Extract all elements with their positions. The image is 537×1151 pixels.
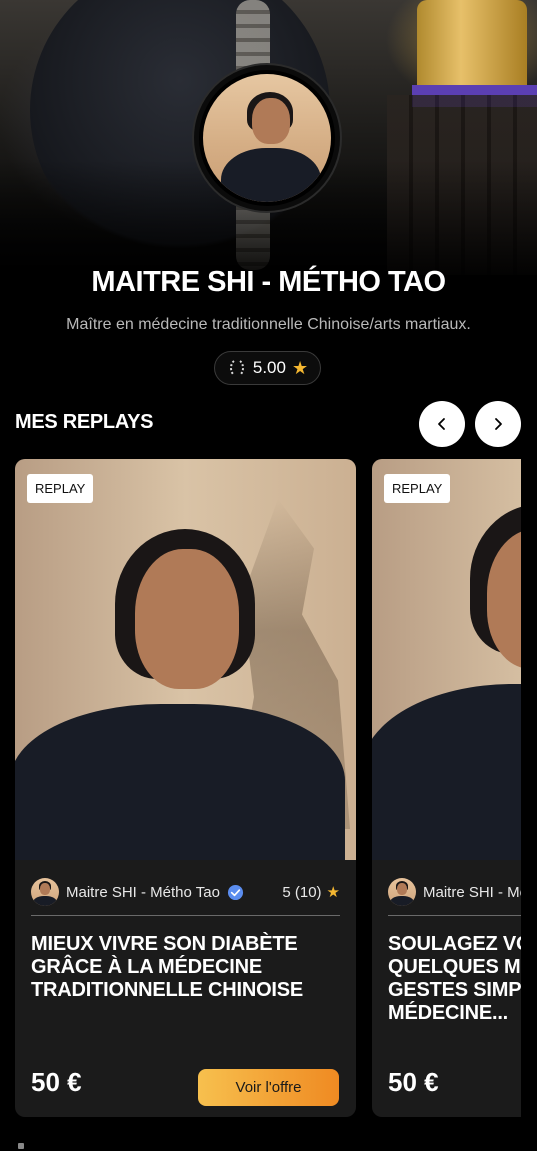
view-offer-button[interactable]: Voir l'offre: [198, 1069, 339, 1106]
carousel-prev-button[interactable]: [419, 401, 465, 447]
replay-card[interactable]: REPLAY Maitre SHI - Métho Tao 5 (10) ★ M…: [15, 459, 356, 1117]
replays-carousel[interactable]: REPLAY Maitre SHI - Métho Tao 5 (10) ★ M…: [0, 459, 521, 1119]
replay-thumbnail[interactable]: REPLAY: [372, 459, 521, 860]
profile-photo: [203, 74, 331, 202]
profile-avatar[interactable]: [194, 65, 340, 211]
chevron-right-icon: [495, 418, 502, 430]
card-author-row: Maitre SHI - Métho Tao: [388, 876, 521, 908]
author-name: Maitre SHI - Métho Tao: [423, 883, 521, 901]
card-divider: [388, 915, 521, 916]
chevron-left-icon: [438, 418, 445, 430]
replay-title[interactable]: SOULAGEZ VOS DOULEURS EN QUELQUES MINUTE…: [388, 933, 521, 1025]
section-title: MES REPLAYS: [15, 411, 154, 433]
replay-price: 50 €: [388, 1067, 439, 1097]
profile-rating-value: 5.00: [252, 358, 286, 377]
laurel-icon: [229, 360, 244, 376]
profile-name: MAITRE SHI - MÉTHO TAO: [91, 266, 446, 298]
replay-title[interactable]: MIEUX VIVRE SON DIABÈTE GRÂCE À LA MÉDEC…: [31, 933, 342, 1002]
profile-tagline: Maître en médecine traditionnelle Chinoi…: [66, 316, 471, 333]
card-rating-value: 5 (10): [282, 883, 322, 901]
author-name: Maitre SHI - Métho Tao: [66, 883, 220, 901]
next-section-hint: [18, 1143, 24, 1149]
replay-card[interactable]: REPLAY Maitre SHI - Métho Tao SOULAGEZ V…: [372, 459, 521, 1117]
card-rating: 5 (10) ★: [282, 884, 340, 901]
card-divider: [31, 915, 340, 916]
profile-rating: 5.00 ★: [214, 351, 321, 385]
replay-badge: REPLAY: [27, 474, 94, 503]
replay-badge: REPLAY: [384, 474, 451, 503]
author-avatar: [31, 878, 59, 906]
carousel-next-button[interactable]: [475, 401, 521, 447]
star-icon: ★: [326, 883, 340, 901]
star-icon: ★: [291, 358, 309, 378]
statue-decoration: [417, 0, 527, 95]
verified-badge-icon: [227, 884, 244, 900]
replay-thumbnail[interactable]: REPLAY: [15, 459, 356, 860]
replay-price: 50 €: [31, 1067, 82, 1097]
card-author-row: Maitre SHI - Métho Tao 5 (10) ★: [31, 876, 340, 908]
author-avatar: [388, 878, 416, 906]
